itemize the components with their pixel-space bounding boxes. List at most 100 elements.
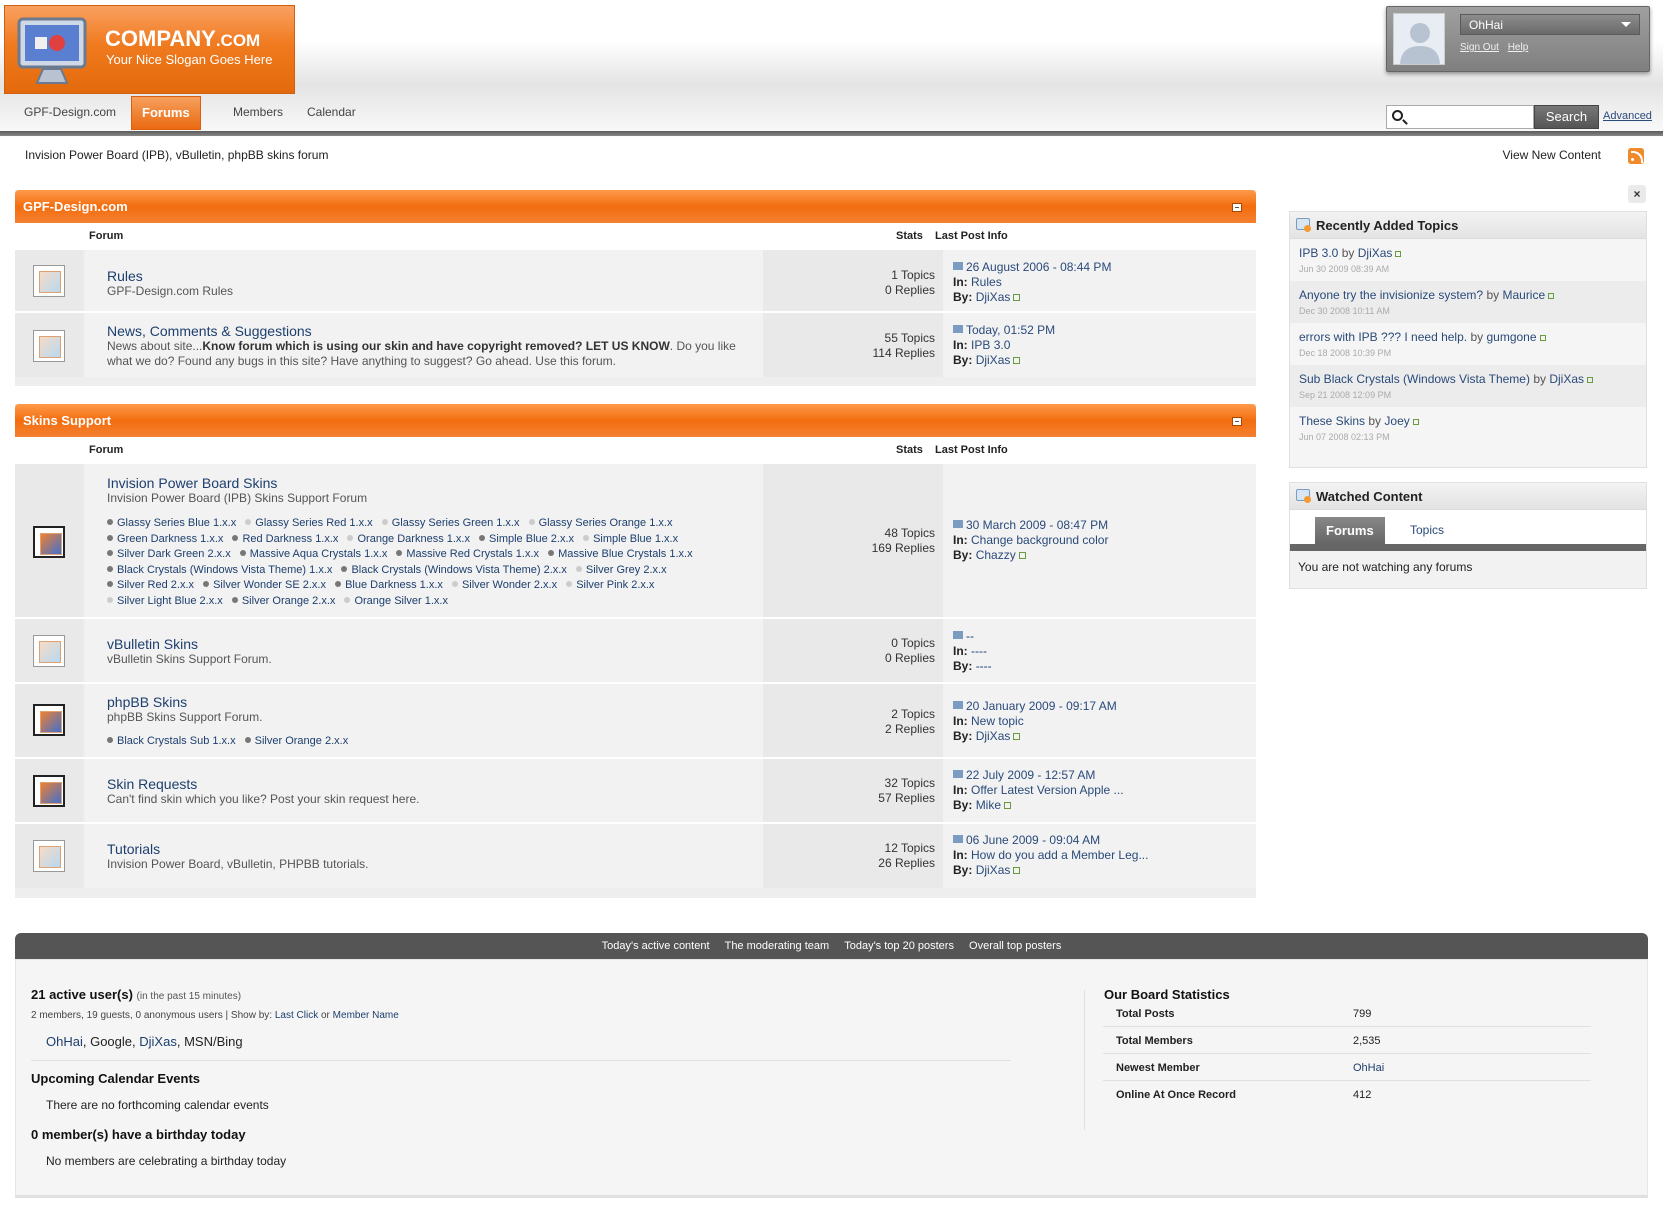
profile-icon[interactable] [1013,294,1021,301]
profile-icon[interactable] [1013,357,1021,364]
forum-read-icon[interactable] [33,330,65,362]
forum-name[interactable]: News, Comments & Suggestions [107,323,312,339]
subforum-link[interactable]: Green Darkness 1.x.x [107,533,223,545]
forum-read-icon[interactable] [33,840,65,872]
subforum-link[interactable]: Silver Grey 2.x.x [576,564,667,576]
subforum-link[interactable]: Orange Darkness 1.x.x [347,533,470,545]
subforum-link[interactable]: Silver Red 2.x.x [107,579,194,591]
todays-active-content-link[interactable]: Today's active content [602,940,710,952]
topic-author[interactable]: DjiXas [1358,246,1393,260]
last-post-author[interactable]: DjiXas [976,729,1011,743]
topic-author[interactable]: Maurice [1502,288,1545,302]
profile-icon[interactable] [1412,419,1419,425]
newest-member-link[interactable]: OhHai [1353,1062,1384,1074]
last-post-author[interactable]: DjiXas [976,863,1011,877]
search-button[interactable]: Search [1534,105,1599,129]
sort-member-name-link[interactable]: Member Name [333,1010,399,1021]
active-user-link[interactable]: DjiXas [139,1034,177,1049]
subforum-link[interactable]: Silver Light Blue 2.x.x [107,595,223,607]
last-post-date[interactable]: 22 July 2009 - 12:57 AM [966,768,1095,782]
nav-tab-forums[interactable]: Forums [131,96,201,130]
topic-link[interactable]: IPB 3.0 [1299,246,1338,260]
advanced-search-link[interactable]: Advanced [1603,110,1652,122]
sign-out-link[interactable]: Sign Out [1460,42,1499,53]
last-post-author[interactable]: DjiXas [976,290,1011,304]
nav-tab-gpf-design[interactable]: GPF-Design.com [14,96,126,130]
last-post-date[interactable]: 06 June 2009 - 09:04 AM [966,833,1100,847]
subforum-link[interactable]: Glassy Series Green 1.x.x [382,517,520,529]
sort-last-click-link[interactable]: Last Click [275,1010,318,1021]
last-post-date[interactable]: 30 March 2009 - 08:47 PM [966,518,1108,532]
profile-icon[interactable] [1018,552,1026,559]
forum-name[interactable]: vBulletin Skins [107,636,198,652]
forum-unread-icon[interactable] [33,526,65,558]
avatar[interactable] [1393,13,1445,65]
help-link[interactable]: Help [1508,42,1529,53]
subforum-link[interactable]: Silver Orange 2.x.x [245,735,349,747]
tab-forums[interactable]: Forums [1315,517,1385,544]
last-post-topic[interactable]: Offer Latest Version Apple ... [971,783,1124,797]
forum-unread-icon[interactable] [33,704,65,736]
forum-read-icon[interactable] [33,265,65,297]
last-post-topic[interactable]: How do you add a Member Leg... [971,848,1148,862]
last-post-date[interactable]: 26 August 2006 - 08:44 PM [966,260,1111,274]
topic-link[interactable]: These Skins [1299,414,1365,428]
forum-name[interactable]: Rules [107,268,143,284]
last-post-date[interactable]: 20 January 2009 - 09:17 AM [966,699,1117,713]
category-title[interactable]: Skins Support [23,413,111,428]
last-post-topic[interactable]: New topic [971,714,1024,728]
nav-tab-calendar[interactable]: Calendar [297,96,366,130]
subforum-link[interactable]: Red Darkness 1.x.x [232,533,338,545]
last-post-date[interactable]: Today, 01:52 PM [966,323,1055,337]
forum-unread-icon[interactable] [33,775,65,807]
topic-link[interactable]: errors with IPB ??? I need help. [1299,330,1467,344]
profile-icon[interactable] [1539,335,1546,341]
last-post-topic[interactable]: Rules [971,275,1002,289]
subforum-link[interactable]: Glassy Series Blue 1.x.x [107,517,236,529]
subforum-link[interactable]: Massive Red Crystals 1.x.x [396,548,539,560]
subforum-link[interactable]: Black Crystals (Windows Vista Theme) 2.x… [341,564,566,576]
subforum-link[interactable]: Orange Silver 1.x.x [344,595,448,607]
close-sidebar-button[interactable]: × [1628,185,1646,203]
topic-author[interactable]: gumgone [1486,330,1536,344]
last-post-topic[interactable]: Change background color [971,533,1108,547]
subforum-link[interactable]: Glassy Series Red 1.x.x [245,517,372,529]
subforum-link[interactable]: Silver Orange 2.x.x [232,595,336,607]
subforum-link[interactable]: Blue Darkness 1.x.x [335,579,443,591]
subforum-link[interactable]: Silver Wonder 2.x.x [452,579,557,591]
overall-top-posters-link[interactable]: Overall top posters [969,940,1061,952]
subforum-link[interactable]: Black Crystals (Windows Vista Theme) 1.x… [107,564,332,576]
profile-icon[interactable] [1395,251,1402,257]
subforum-link[interactable]: Silver Pink 2.x.x [566,579,654,591]
forum-name[interactable]: Skin Requests [107,776,197,792]
last-post-topic[interactable]: IPB 3.0 [971,338,1010,352]
search-input[interactable] [1409,108,1529,126]
subforum-link[interactable]: Simple Blue 2.x.x [479,533,574,545]
active-user-link[interactable]: OhHai [46,1034,83,1049]
profile-icon[interactable] [1587,377,1594,383]
collapse-icon[interactable] [1232,417,1242,426]
category-title[interactable]: GPF-Design.com [23,199,128,214]
view-new-content-link[interactable]: View New Content [1503,148,1602,162]
last-post-author[interactable]: Mike [976,798,1001,812]
subforum-link[interactable]: Silver Dark Green 2.x.x [107,548,231,560]
topic-author[interactable]: DjiXas [1549,372,1584,386]
profile-icon[interactable] [1013,733,1021,740]
topic-link[interactable]: Sub Black Crystals (Windows Vista Theme) [1299,372,1530,386]
topic-author[interactable]: Joey [1384,414,1409,428]
subforum-link[interactable]: Massive Blue Crystals 1.x.x [548,548,692,560]
subforum-link[interactable]: Glassy Series Orange 1.x.x [529,517,673,529]
forum-name[interactable]: phpBB Skins [107,694,187,710]
forum-read-icon[interactable] [33,635,65,667]
user-menu-dropdown[interactable]: OhHai [1460,14,1640,35]
profile-icon[interactable] [1013,867,1021,874]
subforum-link[interactable]: Black Crystals Sub 1.x.x [107,735,236,747]
tab-topics[interactable]: Topics [1399,517,1455,544]
subforum-link[interactable]: Silver Wonder SE 2.x.x [203,579,326,591]
profile-icon[interactable] [1004,802,1012,809]
nav-tab-members[interactable]: Members [223,96,293,130]
subforum-link[interactable]: Simple Blue 1.x.x [583,533,678,545]
collapse-icon[interactable] [1232,203,1242,212]
last-post-author[interactable]: DjiXas [976,353,1011,367]
moderating-team-link[interactable]: The moderating team [725,940,830,952]
